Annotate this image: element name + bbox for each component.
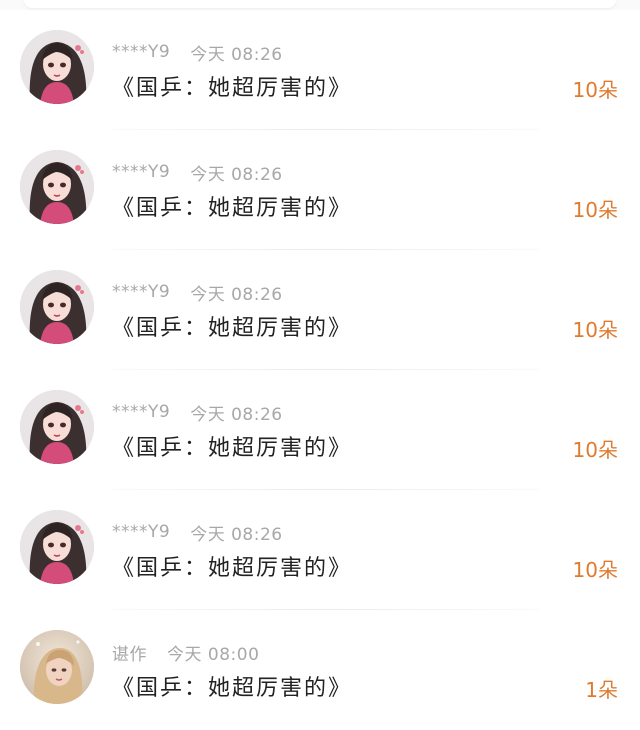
item-title: 《国乒：她超厉害的》: [112, 196, 353, 221]
avatar[interactable]: [20, 30, 94, 104]
flower-count: 10朵: [572, 78, 618, 102]
item-meta: ****Y9 今天 08:26: [112, 280, 283, 305]
avatar[interactable]: [20, 630, 94, 704]
list-item[interactable]: ****Y9 今天 08:26 《国乒：她超厉害的》 10朵: [0, 250, 640, 370]
flower-count: 10朵: [572, 438, 618, 462]
flower-count: 1朵: [585, 678, 618, 702]
user-name: ****Y9: [112, 522, 171, 542]
flower-count: 10朵: [572, 198, 618, 222]
gift-list: ****Y9 今天 08:26 《国乒：她超厉害的》 10朵 ****Y9 今天…: [0, 10, 640, 730]
list-item[interactable]: ****Y9 今天 08:26 《国乒：她超厉害的》 10朵: [0, 490, 640, 610]
list-item[interactable]: ****Y9 今天 08:26 《国乒：她超厉害的》 10朵: [0, 10, 640, 130]
user-name: ****Y9: [112, 42, 171, 62]
list-item[interactable]: ****Y9 今天 08:26 《国乒：她超厉害的》 10朵: [0, 370, 640, 490]
top-card-bar: [24, 0, 616, 8]
avatar[interactable]: [20, 510, 94, 584]
avatar[interactable]: [20, 150, 94, 224]
avatar[interactable]: [20, 390, 94, 464]
item-meta: ****Y9 今天 08:26: [112, 40, 283, 65]
timestamp: 今天 08:26: [190, 164, 283, 185]
timestamp: 今天 08:26: [190, 524, 283, 545]
timestamp: 今天 08:26: [190, 404, 283, 425]
item-meta: ****Y9 今天 08:26: [112, 520, 283, 545]
item-meta: ****Y9 今天 08:26: [112, 160, 283, 185]
item-title: 《国乒：她超厉害的》: [112, 316, 353, 341]
avatar[interactable]: [20, 270, 94, 344]
item-meta: 谌作 今天 08:00: [112, 640, 260, 665]
timestamp: 今天 08:00: [167, 644, 260, 665]
list-item[interactable]: ****Y9 今天 08:26 《国乒：她超厉害的》 10朵: [0, 130, 640, 250]
flower-count: 10朵: [572, 558, 618, 582]
flower-count: 10朵: [572, 318, 618, 342]
item-title: 《国乒：她超厉害的》: [112, 676, 353, 701]
top-card-edge: [0, 0, 640, 10]
user-name: ****Y9: [112, 402, 171, 422]
timestamp: 今天 08:26: [190, 44, 283, 65]
item-meta: ****Y9 今天 08:26: [112, 400, 283, 425]
list-item[interactable]: 谌作 今天 08:00 《国乒：她超厉害的》 1朵: [0, 610, 640, 730]
item-title: 《国乒：她超厉害的》: [112, 556, 353, 581]
user-name: ****Y9: [112, 282, 171, 302]
item-title: 《国乒：她超厉害的》: [112, 436, 353, 461]
user-name: ****Y9: [112, 162, 171, 182]
timestamp: 今天 08:26: [190, 284, 283, 305]
user-name: 谌作: [112, 644, 147, 665]
item-title: 《国乒：她超厉害的》: [112, 76, 353, 101]
